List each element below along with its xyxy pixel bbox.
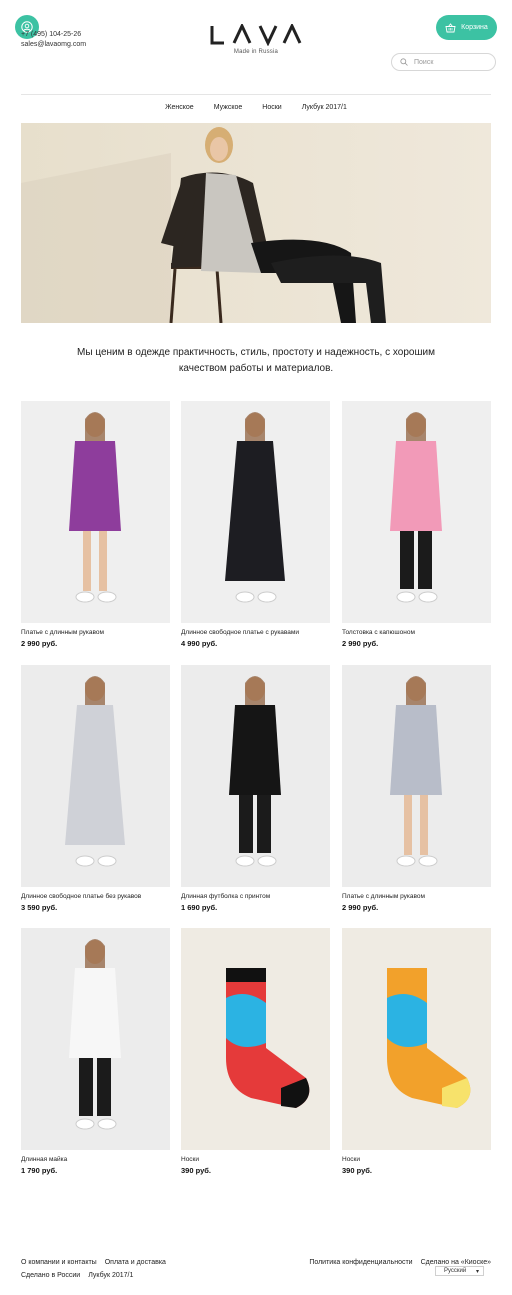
product-image[interactable] [181, 928, 330, 1150]
product-price: 390 руб. [181, 1166, 211, 1175]
email-address[interactable]: sales@lavaomg.com [21, 40, 86, 50]
product-photo [342, 928, 491, 1150]
product-name[interactable]: Платье с длинным рукавом [342, 892, 491, 901]
footer-link-payment[interactable]: Оплата и доставка [105, 1256, 166, 1269]
logo-tagline: Made in Russia [233, 49, 279, 55]
product-name[interactable]: Толстовка с капюшоном [342, 628, 491, 637]
product-name[interactable]: Длинная майка [21, 1155, 170, 1164]
footer-link-made-in[interactable]: Сделано в России [21, 1269, 80, 1282]
product-name[interactable]: Длинная футболка с принтом [181, 892, 330, 901]
product-photo [21, 401, 170, 623]
basket-icon [445, 22, 456, 32]
product-image[interactable] [21, 928, 170, 1150]
footer-link-lookbook[interactable]: Лукбук 2017/1 [88, 1269, 133, 1282]
product-card[interactable]: Платье с длинным рукавом 2 990 руб. [21, 401, 170, 649]
product-name[interactable]: Длинное свободное платье с рукавами [181, 628, 330, 637]
product-image[interactable] [21, 665, 170, 887]
product-name[interactable]: Носки [181, 1155, 330, 1164]
main-nav: Женское Мужское Носки Лукбук 2017/1 [0, 104, 512, 111]
language-value: Русский [444, 1268, 467, 1274]
product-price: 4 990 руб. [181, 639, 218, 648]
nav-item-men[interactable]: Мужское [214, 104, 243, 111]
nav-item-women[interactable]: Женское [165, 104, 194, 111]
product-photo [181, 665, 330, 887]
product-price: 2 990 руб. [21, 639, 58, 648]
footer-links-left: О компании и контакты Оплата и доставка … [21, 1256, 166, 1282]
intro-text: Мы ценим в одежде практичность, стиль, п… [77, 347, 435, 374]
hero-image [21, 123, 491, 323]
product-image[interactable] [342, 665, 491, 887]
product-image[interactable] [342, 401, 491, 623]
product-name[interactable]: Длинное свободное платье без рукавов [21, 892, 170, 901]
search-box[interactable] [391, 53, 496, 71]
phone-number[interactable]: +7 (495) 104-25-26 [21, 30, 86, 40]
product-photo [21, 928, 170, 1150]
language-select[interactable]: Русский ▾ [435, 1266, 484, 1276]
product-card[interactable]: Толстовка с капюшоном 2 990 руб. [342, 401, 491, 649]
nav-item-socks[interactable]: Носки [262, 104, 281, 111]
product-photo [342, 401, 491, 623]
chevron-down-icon: ▾ [475, 1268, 479, 1275]
product-card[interactable]: Длинная футболка с принтом 1 690 руб. [181, 665, 330, 913]
product-card[interactable]: Длинная майка 1 790 руб. [21, 928, 170, 1176]
footer-link-privacy[interactable]: Политика конфиденциальности [309, 1256, 412, 1269]
product-card[interactable]: Длинное свободное платье с рукавами 4 99… [181, 401, 330, 649]
product-price: 390 руб. [342, 1166, 372, 1175]
cart-button[interactable]: Корзина [436, 15, 497, 40]
footer-link-about[interactable]: О компании и контакты [21, 1256, 97, 1269]
search-icon [400, 58, 408, 66]
search-input[interactable] [414, 58, 484, 66]
product-image[interactable] [342, 928, 491, 1150]
product-price: 1 690 руб. [181, 903, 218, 912]
product-price: 3 590 руб. [21, 903, 58, 912]
product-card[interactable]: Длинное свободное платье без рукавов 3 5… [21, 665, 170, 913]
product-photo [21, 665, 170, 887]
product-card[interactable]: Платье с длинным рукавом 2 990 руб. [342, 665, 491, 913]
logo-mark [210, 24, 302, 46]
product-price: 2 990 руб. [342, 639, 379, 648]
product-card[interactable]: Носки 390 руб. [342, 928, 491, 1176]
nav-item-lookbook[interactable]: Лукбук 2017/1 [302, 104, 347, 111]
product-image[interactable] [181, 401, 330, 623]
product-image[interactable] [181, 665, 330, 887]
product-photo [181, 928, 330, 1150]
cart-label: Корзина [461, 24, 488, 31]
product-photo [342, 665, 491, 887]
product-photo [181, 401, 330, 623]
product-name[interactable]: Платье с длинным рукавом [21, 628, 170, 637]
header-divider [21, 94, 491, 95]
logo[interactable]: Made in Russia [206, 24, 306, 55]
product-name[interactable]: Носки [342, 1155, 491, 1164]
product-card[interactable]: Носки 390 руб. [181, 928, 330, 1176]
product-price: 1 790 руб. [21, 1166, 58, 1175]
contact-info: +7 (495) 104-25-26 sales@lavaomg.com [21, 30, 86, 50]
hero-banner[interactable] [21, 123, 491, 323]
product-price: 2 990 руб. [342, 903, 379, 912]
product-image[interactable] [21, 401, 170, 623]
